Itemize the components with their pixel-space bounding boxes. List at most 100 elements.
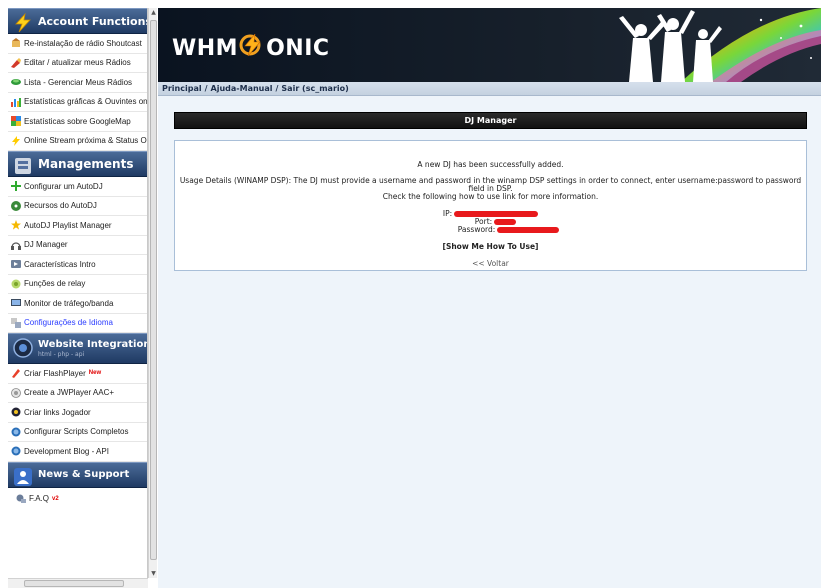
nav-label: Development Blog - API	[24, 446, 109, 456]
nav-create-jwplayer[interactable]: Create a JWPlayer AAC+	[8, 384, 147, 403]
logo-flame-icon	[239, 33, 265, 62]
breadcrumb-logout-link[interactable]: Sair (sc_mario)	[281, 84, 348, 93]
section-title: Website Integrations	[38, 339, 148, 350]
account-list: Re-instalação de rádio Shoutcast Editar …	[8, 34, 147, 151]
nav-label: Online Stream próxima & Status Ouvinte	[24, 136, 147, 146]
sidebar: Account Functions Re-instalação de rádio…	[8, 8, 148, 580]
scroll-up-arrow[interactable]: ▲	[149, 8, 158, 17]
section-website-integrations: Website Integrations html - php - api	[8, 333, 147, 364]
nav-label: AutoDJ Playlist Manager	[24, 220, 112, 230]
password-redaction	[497, 227, 560, 233]
nav-language-settings[interactable]: Configurações de Idioma	[8, 314, 147, 333]
managements-list: Configurar um AutoDJ Recursos do AutoDJ …	[8, 177, 147, 333]
nav-label: Recursos do AutoDJ	[24, 201, 97, 211]
scroll-thumb[interactable]	[24, 580, 124, 587]
section-title: Account Functions	[38, 14, 148, 28]
panel-title: DJ Manager	[464, 116, 517, 125]
nav-label: Create a JWPlayer AAC+	[24, 388, 115, 398]
howto-row: [Show Me How To Use]	[175, 242, 806, 251]
nav-graph-stats[interactable]: Estatísticas gráficas & Ouvintes online	[8, 93, 147, 112]
nav-reinstall-shoutcast[interactable]: Re-instalação de rádio Shoutcast	[8, 34, 147, 54]
nav-label: Re-instalação de rádio Shoutcast	[24, 38, 142, 48]
nav-autodj-resources[interactable]: Recursos do AutoDJ	[8, 197, 147, 216]
sidebar-horizontal-scrollbar[interactable]	[8, 578, 148, 588]
plus-icon	[11, 181, 21, 192]
header-banner: WHM ONIC	[158, 8, 821, 82]
content-frame: WHM ONIC Principal / Ajuda-Manual / Sair…	[158, 8, 821, 588]
section-subtitle: html - php - api	[38, 351, 85, 358]
nav-googlemap-stats[interactable]: Estatísticas sobre GoogleMap	[8, 112, 147, 132]
relay-icon	[11, 279, 21, 289]
breadcrumb-separator: /	[275, 84, 279, 93]
new-badge: New	[88, 370, 102, 377]
wordpress-icon	[11, 427, 21, 437]
nav-relay-functions[interactable]: Funções de relay	[8, 275, 147, 294]
lightning-small-icon	[11, 135, 21, 146]
intro-icon	[11, 259, 21, 269]
integrations-list: Criar FlashPlayer New Create a JWPlayer …	[8, 364, 147, 462]
whmsonic-logo: WHM ONIC	[172, 33, 330, 62]
scroll-down-arrow[interactable]: ▼	[149, 569, 158, 578]
nav-label: Funções de relay	[24, 279, 86, 289]
lightning-icon	[12, 12, 34, 34]
nav-label: Configurar Scripts Completos	[24, 427, 129, 437]
sidebar-vertical-scrollbar[interactable]: ▲ ▼	[148, 8, 157, 578]
nav-label: Criar FlashPlayer	[24, 368, 86, 378]
radio-list-icon	[11, 77, 21, 87]
nav-online-stream-status[interactable]: Online Stream próxima & Status Ouvinte	[8, 132, 147, 151]
nav-create-flashplayer[interactable]: Criar FlashPlayer New	[8, 364, 147, 384]
panel-title-bar: DJ Manager	[174, 112, 807, 129]
show-me-how-to-use-link[interactable]: [Show Me How To Use]	[443, 242, 539, 251]
headphones-icon	[11, 240, 21, 250]
disc-icon	[11, 200, 21, 211]
usage-details-line-3: Check the following how to use link for …	[382, 192, 599, 201]
breadcrumb: Principal / Ajuda-Manual / Sair (sc_mari…	[158, 82, 821, 96]
version-badge: v2	[52, 495, 59, 502]
player-icon	[11, 387, 21, 398]
nav-label: Estatísticas sobre GoogleMap	[24, 116, 131, 126]
section-title: Managements	[38, 157, 134, 171]
section-title: News & Support	[38, 469, 130, 480]
blog-icon	[11, 446, 21, 456]
link-icon	[11, 407, 21, 417]
nav-development-blog[interactable]: Development Blog - API	[8, 442, 147, 462]
monitor-icon	[11, 298, 21, 308]
breadcrumb-separator: /	[204, 84, 208, 93]
nav-label: Configurações de Idioma	[24, 318, 113, 328]
breadcrumb-home-link[interactable]: Principal	[162, 84, 202, 93]
logo-text-right: ONIC	[266, 35, 330, 61]
browser-window: Account Functions Re-instalação de rádio…	[0, 0, 821, 588]
scroll-thumb[interactable]	[150, 20, 157, 560]
reinstall-icon	[11, 38, 21, 48]
nav-faq[interactable]: F.A.Q v2	[8, 488, 147, 510]
nav-intro-features[interactable]: Características Intro	[8, 255, 147, 275]
nav-configure-autodj[interactable]: Configurar um AutoDJ	[8, 177, 147, 197]
nav-label: Monitor de tráfego/banda	[24, 298, 114, 308]
nav-configure-scripts[interactable]: Configurar Scripts Completos	[8, 423, 147, 442]
back-row: << Voltar	[175, 259, 806, 268]
nav-create-player-links[interactable]: Criar links Jogador	[8, 403, 147, 423]
section-account-functions: Account Functions	[8, 8, 147, 34]
nav-dj-manager[interactable]: DJ Manager	[8, 236, 147, 255]
nav-label: Criar links Jogador	[24, 407, 91, 417]
password-label: Password:	[457, 225, 496, 234]
nav-list-radios[interactable]: Lista - Gerenciar Meus Rádios	[8, 73, 147, 93]
nav-label: DJ Manager	[24, 240, 68, 250]
faq-icon	[16, 494, 26, 504]
edit-icon	[11, 57, 21, 68]
support-person-icon	[12, 466, 34, 488]
pencil-icon	[11, 368, 21, 379]
breadcrumb-help-link[interactable]: Ajuda-Manual	[211, 84, 273, 93]
nav-autodj-playlist[interactable]: AutoDJ Playlist Manager	[8, 216, 147, 236]
back-link[interactable]: << Voltar	[472, 259, 509, 268]
banner-artwork	[619, 8, 821, 82]
nav-label: F.A.Q	[29, 494, 50, 503]
star-icon	[11, 220, 21, 230]
section-news-support: News & Support	[8, 461, 147, 488]
password-row: Password:	[175, 225, 806, 234]
logo-text-left: WHM	[172, 35, 239, 61]
nav-traffic-monitor[interactable]: Monitor de tráfego/banda	[8, 294, 147, 314]
dj-manager-panel: A new DJ has been successfully added. Us…	[174, 140, 807, 271]
nav-edit-radios[interactable]: Editar / atualizar meus Rádios	[8, 54, 147, 73]
nav-label: Estatísticas gráficas & Ouvintes online	[24, 97, 147, 107]
